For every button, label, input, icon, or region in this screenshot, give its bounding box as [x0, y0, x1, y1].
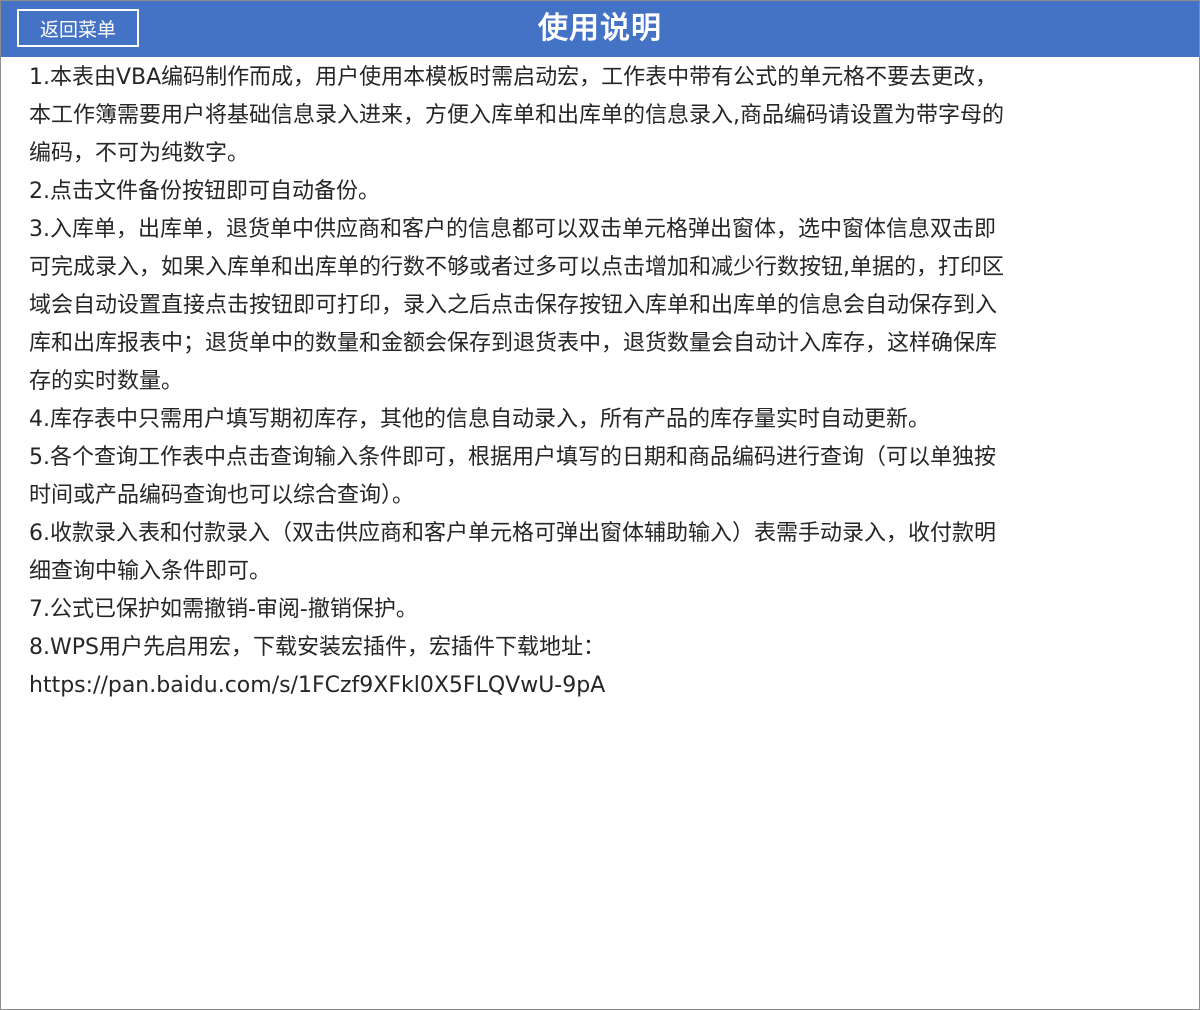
instruction-line: 细查询中输入条件即可。: [29, 559, 272, 584]
instructions-text: 1.本表由VBA编码制作而成，用户使用本模板时需启动宏，工作表中带有公式的单元格…: [1, 57, 1171, 705]
back-to-menu-button[interactable]: 返回菜单: [17, 9, 139, 47]
instruction-line: 7.公式已保护如需撤销-审阅-撤销保护。: [29, 597, 418, 622]
download-link[interactable]: https://pan.baidu.com/s/1FCzf9XFkl0X5FLQ…: [29, 667, 1171, 705]
instruction-line: 域会自动设置直接点击按钮即可打印，录入之后点击保存按钮入库单和出库单的信息会自动…: [29, 293, 998, 318]
instruction-line: 6.收款录入表和付款录入（双击供应商和客户单元格可弹出窗体辅助输入）表需手动录入…: [29, 521, 996, 546]
instruction-line: 可完成录入，如果入库单和出库单的行数不够或者过多可以点击增加和减少行数按钮,单据…: [29, 255, 1004, 280]
instruction-line: 库和出库报表中；退货单中的数量和金额会保存到退货表中，退货数量会自动计入库存，这…: [29, 331, 998, 356]
instruction-line: 编码，不可为纯数字。: [29, 141, 250, 166]
instruction-line: 4.库存表中只需用户填写期初库存，其他的信息自动录入，所有产品的库存量实时自动更…: [29, 407, 930, 432]
instruction-line: 1.本表由VBA编码制作而成，用户使用本模板时需启动宏，工作表中带有公式的单元格…: [29, 65, 998, 90]
page-title: 使用说明: [538, 11, 662, 46]
instruction-line: 本工作簿需要用户将基础信息录入进来，方便入库单和出库单的信息录入,商品编码请设置…: [29, 103, 1004, 128]
instruction-line: 存的实时数量。: [29, 369, 184, 394]
instruction-line: 时间或产品编码查询也可以综合查询）。: [29, 483, 415, 508]
instruction-line: 8.WPS用户先启用宏，下载安装宏插件，宏插件下载地址：: [29, 635, 605, 660]
instruction-line: 5.各个查询工作表中点击查询输入条件即可，根据用户填写的日期和商品编码进行查询（…: [29, 445, 996, 470]
instruction-line: 3.入库单，出库单，退货单中供应商和客户的信息都可以双击单元格弹出窗体，选中窗体…: [29, 217, 996, 242]
instruction-line: 2.点击文件备份按钮即可自动备份。: [29, 179, 380, 204]
instructions-sheet: 返回菜单 使用说明 1.本表由VBA编码制作而成，用户使用本模板时需启动宏，工作…: [0, 0, 1200, 1010]
header-bar: 返回菜单 使用说明: [1, 1, 1199, 57]
